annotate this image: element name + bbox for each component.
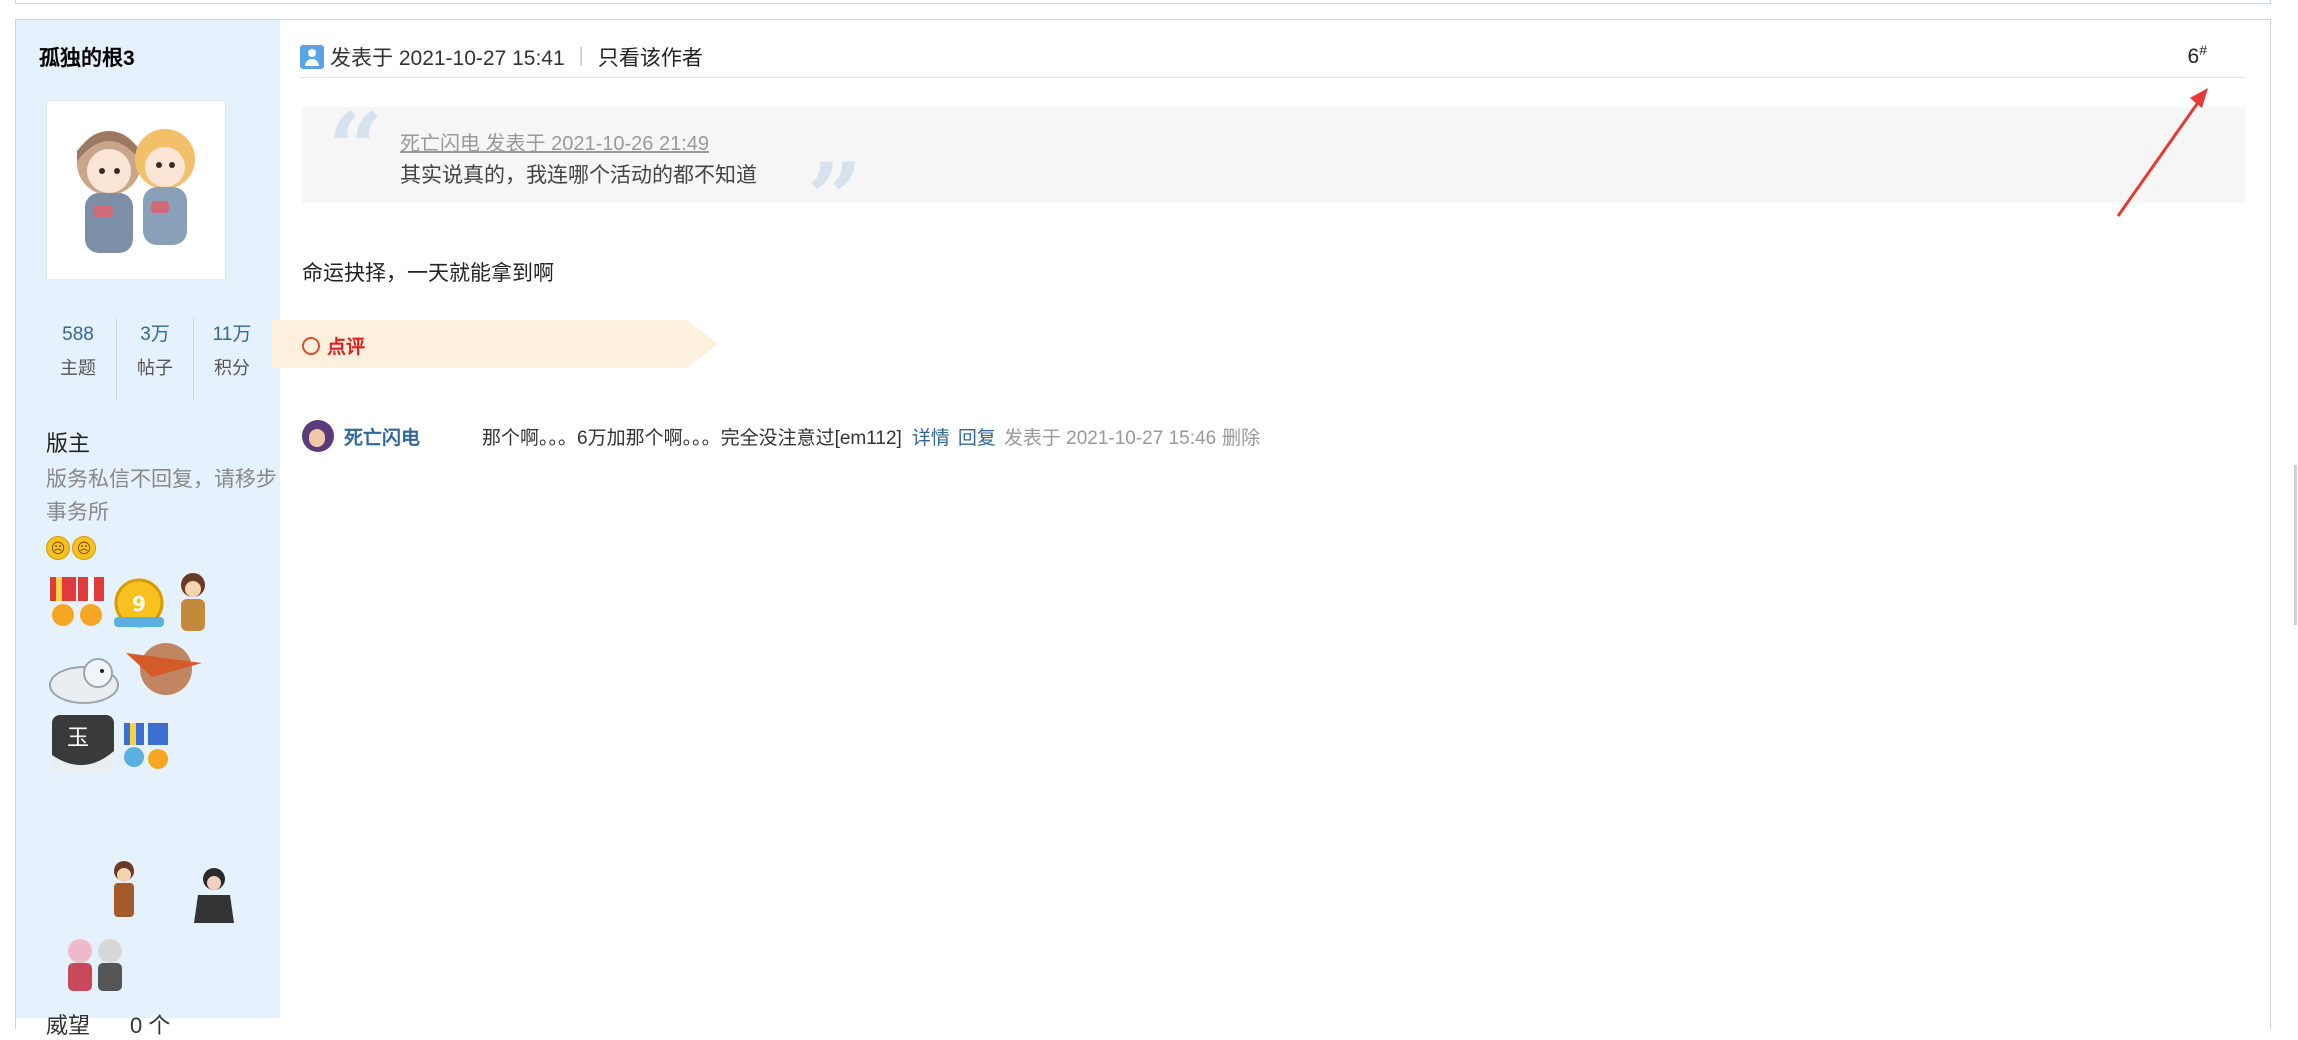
header-separator: |	[578, 45, 584, 67]
author-username[interactable]: 孤独的根3	[39, 42, 135, 72]
comment-detail-link[interactable]: 详情	[912, 423, 950, 450]
author-custom-title: 版务私信不回复，请移步事务所	[46, 468, 277, 524]
only-author-link[interactable]: 只看该作者	[598, 42, 703, 72]
stat-points[interactable]: 11万 积分	[194, 318, 270, 400]
previous-post-bottom-border	[15, 0, 2271, 4]
floor-suffix: #	[2199, 42, 2207, 58]
post-header: 发表于 2021-10-27 15:41 | 只看该作者 6#	[300, 36, 2245, 78]
stat-threads[interactable]: 588 主题	[40, 318, 117, 400]
comment-reply-link[interactable]: 回复	[958, 423, 996, 450]
medal-ribbon-blue-icon[interactable]	[122, 721, 172, 777]
character-figure-icon[interactable]	[170, 569, 216, 635]
post-body: 命运抉择，一天就能拿到啊	[302, 262, 554, 285]
stat-points-label: 积分	[214, 358, 250, 378]
svg-text:玉: 玉	[67, 726, 89, 751]
quote-close-icon: ”	[807, 142, 863, 255]
seal-icon[interactable]	[46, 645, 120, 705]
quote-source-link[interactable]: 死亡闪电 发表于 2021-10-26 21:49	[400, 127, 709, 156]
comment-section-label: 点评	[327, 337, 366, 358]
stat-posts[interactable]: 3万 帖子	[117, 318, 194, 400]
comment-delete-link[interactable]: 删除	[1222, 423, 1260, 450]
floor-number[interactable]: 6	[2188, 45, 2200, 68]
quote-block: “ 死亡闪电 发表于 2021-10-26 21:49 其实说真的，我连哪个活动…	[302, 101, 2245, 247]
author-prestige: 威望 0 个	[46, 1008, 170, 1040]
quote-text: 其实说真的，我连哪个活动的都不知道	[400, 164, 757, 187]
smiley-icon: ☹	[46, 536, 70, 560]
svg-text:9: 9	[132, 592, 146, 616]
stat-posts-value[interactable]: 3万	[117, 318, 193, 352]
quote-open-icon: “	[328, 92, 384, 205]
stat-points-value[interactable]: 11万	[194, 318, 270, 352]
dark-figure-icon[interactable]	[190, 865, 238, 925]
smiley-icon: ☹	[72, 536, 96, 560]
user-online-icon	[300, 44, 324, 69]
dnf-logo-icon[interactable]	[122, 633, 204, 703]
post-time: 发表于 2021-10-27 15:41	[330, 46, 565, 70]
medal-ribbon-icon[interactable]	[46, 575, 110, 635]
stat-posts-label: 帖子	[137, 358, 173, 378]
annotation-arrow-icon	[2116, 88, 2208, 217]
comment-text: 那个啊。。。6万加那个啊。。。完全没注意过[em112]	[482, 427, 902, 449]
stat-threads-label: 主题	[60, 358, 96, 378]
commenter-name[interactable]: 死亡闪电	[344, 423, 482, 450]
comment-section-header: 点评	[272, 320, 718, 368]
scrollbar-thumb[interactable]	[2294, 465, 2297, 625]
colg-coin-icon[interactable]: 9	[112, 577, 166, 633]
twin-figures-icon[interactable]	[54, 935, 138, 995]
commenter-avatar[interactable]	[302, 420, 334, 452]
prestige-label: 威望	[46, 1013, 91, 1038]
author-role: 版主	[46, 431, 91, 456]
stat-threads-value[interactable]: 588	[40, 318, 116, 352]
comment-item: 死亡闪电 那个啊。。。6万加那个啊。。。完全没注意过[em112] 详情 回复 …	[302, 418, 1260, 454]
prestige-value: 0 个	[130, 1013, 171, 1038]
author-sidebar: 孤独的根3 588 主题 3万 帖子 11万 积分 版主 版务私信不回复，请移步…	[16, 20, 280, 1038]
comment-ring-icon	[302, 337, 320, 355]
comment-time: 发表于 2021-10-27 15:46	[1003, 427, 1217, 449]
calligraphy-badge-icon[interactable]: 玉	[48, 711, 120, 777]
floor-number-link[interactable]: 6#	[2188, 42, 2207, 69]
rank-icons: ☹ ☹	[46, 536, 96, 560]
author-stats: 588 主题 3万 帖子 11万 积分	[40, 318, 270, 400]
author-avatar[interactable]	[46, 100, 226, 280]
warrior-figure-icon[interactable]	[102, 857, 146, 923]
